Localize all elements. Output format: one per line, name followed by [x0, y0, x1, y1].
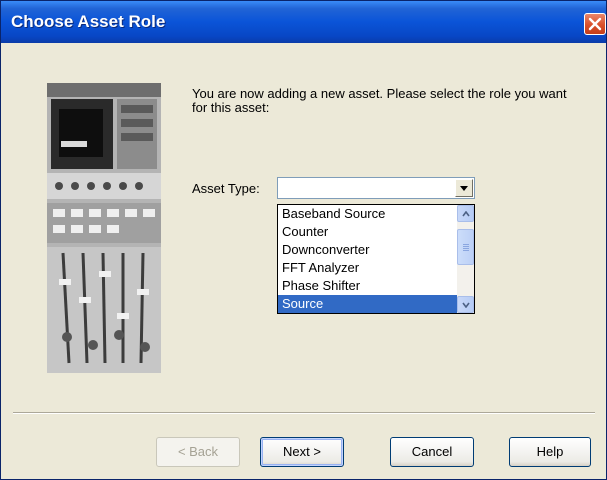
- asset-type-listbox[interactable]: Baseband Source Counter Downconverter FF…: [277, 204, 475, 314]
- next-button[interactable]: Next >: [260, 437, 344, 467]
- chevron-down-icon: [460, 186, 468, 191]
- scroll-down-button[interactable]: [457, 296, 474, 313]
- option-downconverter[interactable]: Downconverter: [278, 241, 458, 259]
- asset-type-label: Asset Type:: [192, 181, 260, 196]
- chevron-down-icon: [462, 302, 470, 308]
- option-baseband-source[interactable]: Baseband Source: [278, 205, 458, 223]
- option-fft-analyzer[interactable]: FFT Analyzer: [278, 259, 458, 277]
- option-source[interactable]: Source: [278, 295, 458, 313]
- back-button[interactable]: < Back: [156, 437, 240, 467]
- scroll-up-button[interactable]: [457, 205, 474, 222]
- divider: [13, 412, 595, 414]
- help-button[interactable]: Help: [509, 437, 591, 467]
- close-button[interactable]: [584, 13, 606, 35]
- equipment-photo: [47, 83, 161, 373]
- dropdown-button[interactable]: [455, 179, 473, 197]
- option-phase-shifter[interactable]: Phase Shifter: [278, 277, 458, 295]
- chevron-up-icon: [462, 211, 470, 217]
- dialog-window: Choose Asset Role You are now adding a n…: [0, 0, 607, 480]
- asset-type-combobox[interactable]: [277, 177, 475, 199]
- intro-text: You are now adding a new asset. Please s…: [192, 86, 567, 115]
- scroll-thumb[interactable]: [457, 229, 474, 265]
- option-counter[interactable]: Counter: [278, 223, 458, 241]
- close-icon: [588, 17, 602, 31]
- listbox-scrollbar[interactable]: [457, 205, 474, 313]
- window-title: Choose Asset Role: [11, 12, 166, 31]
- title-bar[interactable]: Choose Asset Role: [1, 1, 606, 43]
- cancel-button[interactable]: Cancel: [390, 437, 474, 467]
